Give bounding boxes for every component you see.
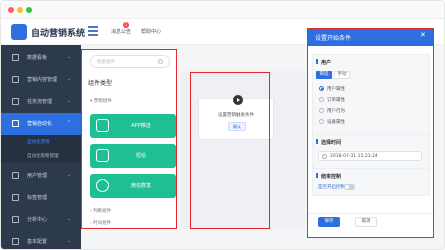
- window-titlebar: [1, 1, 444, 19]
- chevron-down-icon: ⌄: [66, 216, 71, 222]
- sidebar-subitem-label: 自动化策略管理: [27, 154, 59, 159]
- chevron-up-icon: ⌃: [66, 120, 71, 126]
- chevron-down-icon: ⌄: [66, 238, 71, 244]
- help-link[interactable]: 帮助中心: [141, 28, 161, 35]
- tag-icon: [12, 194, 19, 201]
- sidebar-item-label: 分析中心: [27, 217, 48, 223]
- menu-toggle-icon[interactable]: [88, 26, 98, 36]
- settings-icon: [12, 238, 19, 245]
- sidebar-subitem-label: 自动化营销: [27, 140, 50, 145]
- messages-badge: 1: [123, 22, 129, 28]
- sidebar-item-automation[interactable]: 营销自动化 ⌃: [1, 113, 81, 135]
- highlight-components-panel: [81, 49, 177, 229]
- chevron-down-icon: ⌄: [66, 172, 71, 178]
- highlight-canvas: [190, 72, 270, 229]
- dashboard-icon: [12, 54, 19, 61]
- content-icon: [12, 76, 19, 83]
- messages-link[interactable]: 消息公告: [111, 28, 131, 35]
- sidebar-item-tags[interactable]: 标签管理: [1, 187, 81, 209]
- highlight-drawer: [307, 28, 434, 238]
- sidebar-item-content[interactable]: 营销内容管理 ⌄: [1, 69, 81, 91]
- sidebar-item-dashboard[interactable]: 数据看板 ⌄: [1, 47, 81, 69]
- sidebar-item-analysis[interactable]: 分析中心 ⌄: [1, 209, 81, 231]
- sidebar: 数据看板 ⌄ 营销内容管理 ⌄ 任务流管理 ⌄ 营销自动化 ⌃ 自动化营销 自动…: [1, 45, 81, 249]
- close-window-dot[interactable]: [8, 7, 14, 13]
- app-logo-icon: [11, 24, 27, 40]
- sidebar-subitem-auto-marketing[interactable]: 自动化营销: [1, 135, 81, 149]
- zoom-window-dot[interactable]: [26, 7, 32, 13]
- chevron-down-icon: ⌄: [66, 98, 71, 104]
- minimize-window-dot[interactable]: [17, 7, 23, 13]
- sidebar-item-label: 标签管理: [27, 195, 48, 201]
- sidebar-item-label: 营销内容管理: [27, 77, 58, 83]
- sidebar-item-label: 数据看板: [27, 55, 48, 61]
- sidebar-item-label: 基本配置: [27, 239, 48, 245]
- user-icon: [12, 172, 19, 179]
- sidebar-item-settings[interactable]: 基本配置 ⌄: [1, 231, 81, 249]
- app-name: 自动营销系统: [31, 29, 86, 39]
- chevron-down-icon: ⌄: [66, 76, 71, 82]
- sidebar-item-label: 任务流管理: [27, 99, 53, 105]
- chevron-down-icon: ⌄: [66, 54, 71, 60]
- sidebar-item-users[interactable]: 用户管理 ⌄: [1, 165, 81, 187]
- sidebar-item-task[interactable]: 任务流管理 ⌄: [1, 91, 81, 113]
- sidebar-item-label: 营销自动化: [27, 121, 53, 127]
- analysis-icon: [12, 216, 19, 223]
- automation-icon: [12, 120, 19, 127]
- sidebar-subitem-strategy[interactable]: 自动化策略管理: [1, 149, 81, 163]
- sidebar-item-label: 用户管理: [27, 173, 48, 179]
- task-icon: [12, 98, 19, 105]
